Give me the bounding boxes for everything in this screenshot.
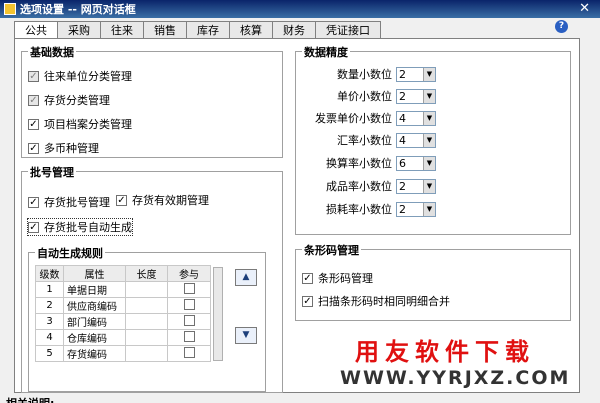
table-row[interactable]: 4 仓库编码 bbox=[35, 329, 211, 346]
checkbox-stock-category[interactable]: 存货分类管理 bbox=[28, 92, 110, 108]
conversion-decimal-select[interactable]: 6 ▼ bbox=[396, 155, 436, 171]
dropdown-arrow-icon[interactable]: ▼ bbox=[423, 89, 435, 103]
table-row[interactable]: 3 部门编码 bbox=[35, 313, 211, 330]
rule-table-scrollbar[interactable] bbox=[213, 267, 223, 361]
table-row[interactable]: 5 存货编码 bbox=[35, 345, 211, 362]
invoice-price-decimal-select[interactable]: 4 ▼ bbox=[396, 110, 436, 126]
join-checkbox[interactable] bbox=[183, 346, 195, 358]
checkbox-icon[interactable] bbox=[28, 196, 39, 208]
tab-voucher-interface[interactable]: 凭证接口 bbox=[315, 21, 381, 39]
col-join: 参与 bbox=[167, 265, 211, 282]
tab-finance[interactable]: 财务 bbox=[272, 21, 316, 39]
close-icon[interactable]: ✕ bbox=[579, 1, 590, 16]
loss-decimal-select[interactable]: 2 ▼ bbox=[396, 201, 436, 217]
checkbox-icon[interactable] bbox=[116, 194, 127, 206]
join-checkbox[interactable] bbox=[183, 314, 195, 326]
precision-invoice-price: 发票单价小数位 4 ▼ bbox=[296, 110, 436, 126]
checkbox-icon[interactable] bbox=[28, 94, 39, 106]
price-decimal-select[interactable]: 2 ▼ bbox=[396, 88, 436, 104]
join-checkbox[interactable] bbox=[183, 330, 195, 342]
precision-quantity: 数量小数位 2 ▼ bbox=[296, 66, 436, 82]
checkbox-icon[interactable] bbox=[28, 118, 39, 130]
rule-table-header: 级数 属性 长度 参与 bbox=[35, 265, 211, 282]
tab-bar: 公共 采购 往来 销售 库存 核算 财务 凭证接口 bbox=[14, 21, 381, 40]
quantity-decimal-select[interactable]: 2 ▼ bbox=[396, 66, 436, 82]
watermark-url: WWW.YYRJXZ.COM bbox=[340, 367, 571, 389]
tab-inventory[interactable]: 库存 bbox=[186, 21, 230, 39]
checkbox-multi-currency[interactable]: 多币种管理 bbox=[28, 140, 99, 156]
checkbox-partner-category[interactable]: 往来单位分类管理 bbox=[28, 68, 132, 84]
tab-exchange[interactable]: 往来 bbox=[100, 21, 144, 39]
rule-table: 级数 属性 长度 参与 1 单据日期 2 供应商编码 3 部门编码 4 仓库编码 5 存货… bbox=[35, 265, 211, 362]
join-checkbox[interactable] bbox=[183, 282, 195, 294]
col-attribute: 属性 bbox=[63, 265, 126, 282]
app-icon bbox=[4, 3, 16, 15]
checkbox-batch-autogen[interactable]: 存货批号自动生成 bbox=[27, 218, 133, 236]
related-notes-label: 相关说明: bbox=[6, 395, 54, 403]
move-up-button[interactable]: ▲ bbox=[235, 269, 257, 286]
dropdown-arrow-icon[interactable]: ▼ bbox=[423, 202, 435, 216]
join-checkbox[interactable] bbox=[183, 298, 195, 310]
precision-price: 单价小数位 2 ▼ bbox=[296, 88, 436, 104]
auto-rule-group: 自动生成规则 级数 属性 长度 参与 1 单据日期 2 供应商编码 3 部门编码 4仓… bbox=[28, 245, 266, 392]
precision-group: 数据精度 数量小数位 2 ▼ 单价小数位 2 ▼ 发票单价小数位 4 ▼ 汇率小数位 4 ▼ 换… bbox=[295, 44, 571, 235]
title-bar: 选项设置 -- 网页对话框 ✕ bbox=[0, 0, 600, 18]
col-length: 长度 bbox=[125, 265, 168, 282]
tab-sales[interactable]: 销售 bbox=[143, 21, 187, 39]
checkbox-barcode-management[interactable]: 条形码管理 bbox=[302, 270, 373, 286]
batch-title: 批号管理 bbox=[28, 164, 76, 180]
precision-yield: 成品率小数位 2 ▼ bbox=[296, 178, 436, 194]
watermark-logo-text: 用友软件下载 bbox=[355, 338, 535, 366]
basic-data-group: 基础数据 往来单位分类管理 存货分类管理 项目档案分类管理 多币种管理 bbox=[21, 44, 283, 158]
checkbox-icon[interactable] bbox=[302, 272, 313, 284]
dropdown-arrow-icon[interactable]: ▼ bbox=[423, 111, 435, 125]
dropdown-arrow-icon[interactable]: ▼ bbox=[423, 156, 435, 170]
checkbox-expiry-management[interactable]: 存货有效期管理 bbox=[116, 192, 209, 208]
precision-loss: 损耗率小数位 2 ▼ bbox=[296, 201, 436, 217]
checkbox-icon[interactable] bbox=[28, 70, 39, 82]
checkbox-icon[interactable] bbox=[302, 295, 313, 307]
tab-purchase[interactable]: 采购 bbox=[57, 21, 101, 39]
precision-rate: 汇率小数位 4 ▼ bbox=[296, 132, 436, 148]
precision-conversion: 换算率小数位 6 ▼ bbox=[296, 155, 436, 171]
batch-group: 批号管理 存货批号管理 存货有效期管理 存货批号自动生成 自动生成规则 级数 属… bbox=[21, 164, 283, 393]
col-level: 级数 bbox=[35, 265, 64, 282]
barcode-group: 条形码管理 条形码管理 扫描条形码时相同明细合并 bbox=[295, 242, 571, 321]
checkbox-icon[interactable] bbox=[28, 142, 39, 154]
checkbox-icon[interactable] bbox=[28, 221, 39, 233]
yield-decimal-select[interactable]: 2 ▼ bbox=[396, 178, 436, 194]
table-row[interactable]: 2 供应商编码 bbox=[35, 297, 211, 314]
dropdown-arrow-icon[interactable]: ▼ bbox=[423, 133, 435, 147]
basic-data-title: 基础数据 bbox=[28, 44, 76, 60]
help-icon[interactable]: ? bbox=[555, 20, 568, 33]
precision-title: 数据精度 bbox=[302, 44, 350, 60]
dropdown-arrow-icon[interactable]: ▼ bbox=[423, 179, 435, 193]
table-row[interactable]: 1 单据日期 bbox=[35, 281, 211, 298]
window-title: 选项设置 -- 网页对话框 bbox=[20, 3, 136, 16]
tab-accounting[interactable]: 核算 bbox=[229, 21, 273, 39]
barcode-title: 条形码管理 bbox=[302, 242, 361, 258]
checkbox-barcode-merge[interactable]: 扫描条形码时相同明细合并 bbox=[302, 293, 450, 309]
rate-decimal-select[interactable]: 4 ▼ bbox=[396, 132, 436, 148]
dropdown-arrow-icon[interactable]: ▼ bbox=[423, 67, 435, 81]
checkbox-project-category[interactable]: 项目档案分类管理 bbox=[28, 116, 132, 132]
move-down-button[interactable]: ▼ bbox=[235, 327, 257, 344]
auto-rule-title: 自动生成规则 bbox=[35, 245, 105, 261]
checkbox-batch-management[interactable]: 存货批号管理 bbox=[28, 194, 110, 210]
